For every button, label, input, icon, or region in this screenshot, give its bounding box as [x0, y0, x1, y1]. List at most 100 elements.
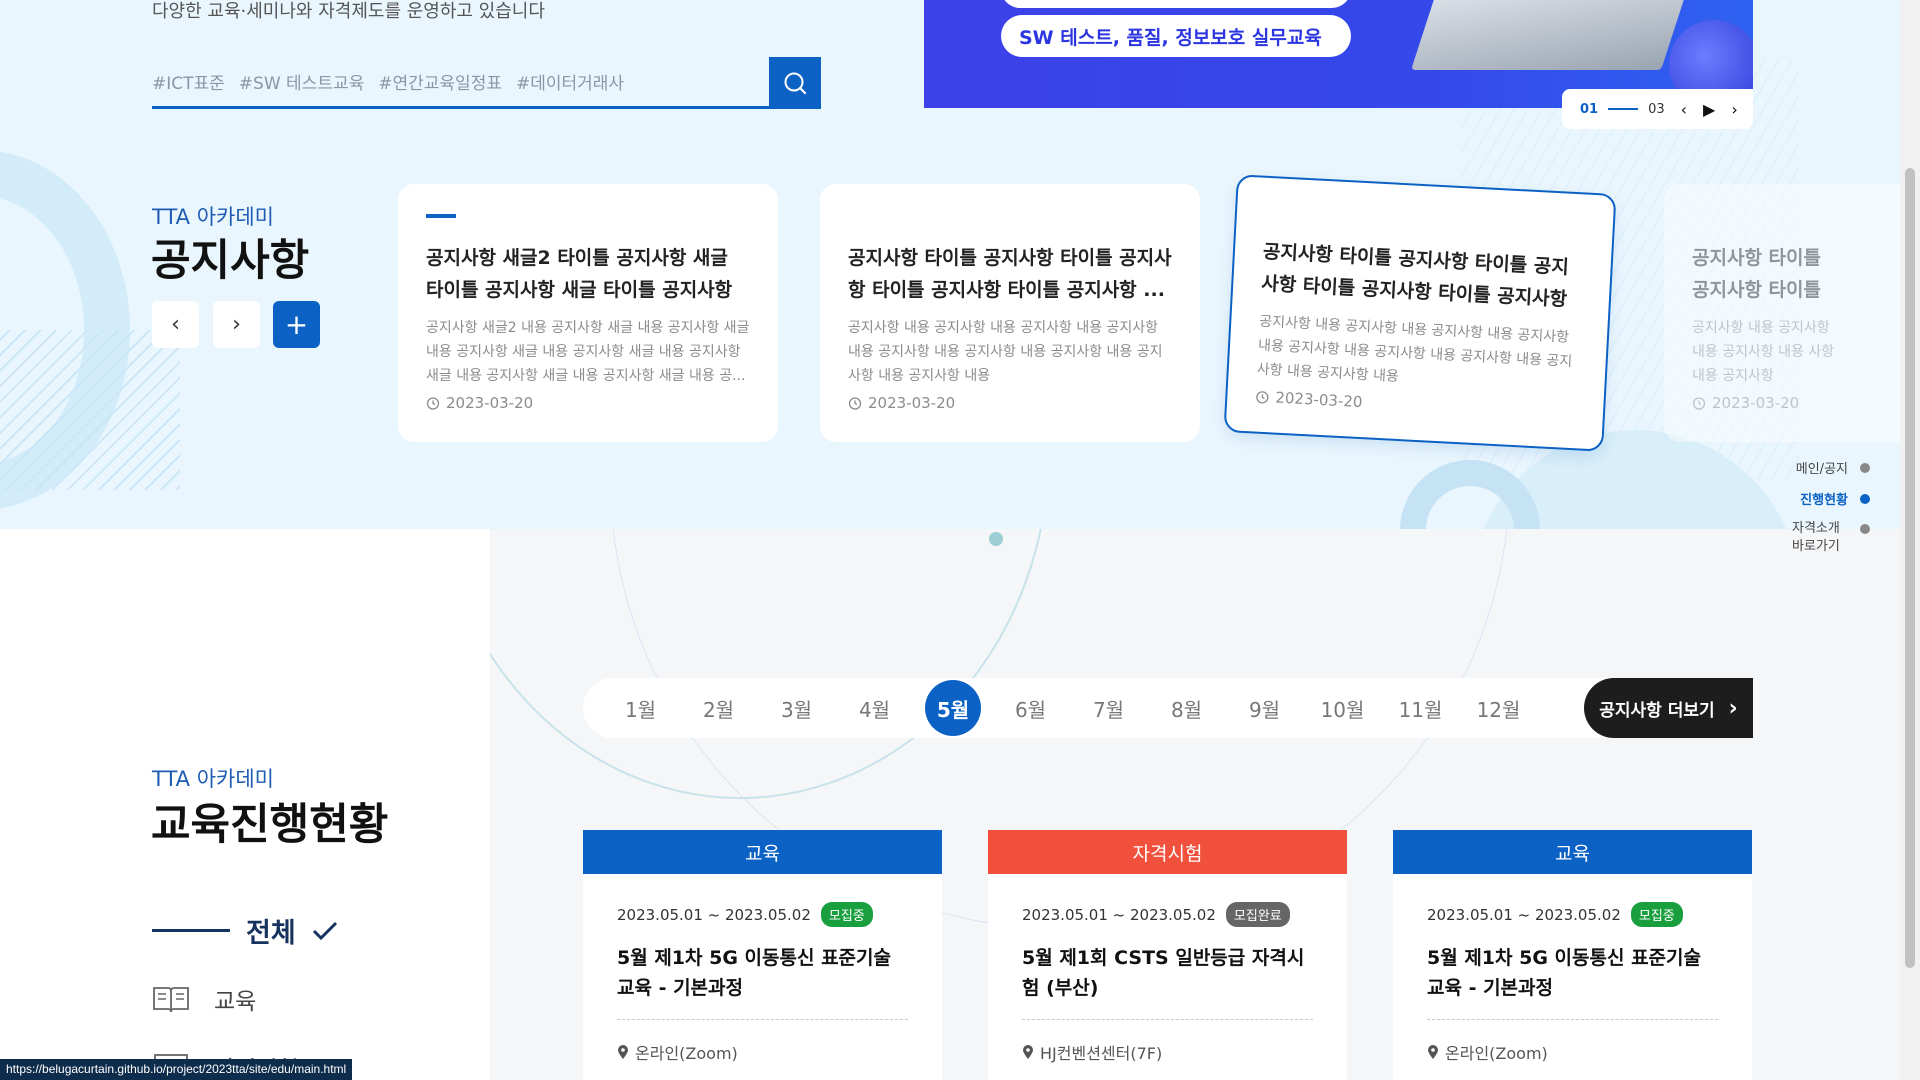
month-tab[interactable]: 4월: [847, 694, 902, 723]
side-nav-label: 자격소개 바로가기: [1792, 521, 1840, 554]
next-button[interactable]: ›: [213, 301, 260, 348]
active-indicator: [152, 929, 230, 932]
more-label: 공지사항 더보기: [1599, 700, 1715, 721]
location-pin-icon: [618, 1045, 628, 1059]
decorative-dot: [989, 532, 1003, 546]
chevron-left-icon: ‹: [171, 312, 180, 337]
scrollbar-thumb[interactable]: [1905, 168, 1915, 968]
filter-label: 전체: [246, 918, 296, 949]
course-title: 5월 제1차 5G 이동통신 표준기술 교육 - 기본과정: [617, 947, 891, 999]
chevron-right-icon[interactable]: ›: [1731, 100, 1737, 119]
decorative-lines: [0, 330, 180, 490]
banner-pill: SW 테스트, 품질, 정보보호 실무교육: [1001, 15, 1351, 57]
divider: [1427, 1019, 1718, 1020]
course-meta: 2023.05.01 ~ 2023.05.02 모집완료: [1022, 902, 1313, 927]
course-category: 교육: [583, 830, 942, 874]
course-meta: 2023.05.01 ~ 2023.05.02 모집중: [1427, 902, 1718, 927]
book-icon: [153, 987, 189, 1013]
dot-icon: [1860, 524, 1870, 534]
search-bar: #ICT표준 #SW 테스트교육 #연간교육일정표 #데이터거래사: [152, 57, 822, 109]
side-nav-item-cert[interactable]: 자격소개 바로가기: [1792, 520, 1870, 556]
search-input[interactable]: #ICT표준 #SW 테스트교육 #연간교육일정표 #데이터거래사: [152, 57, 770, 109]
location-pin-icon: [1428, 1045, 1438, 1059]
course-location: 온라인(Zoom): [617, 1040, 908, 1064]
notice-title: 공지사항 타이틀 공지사항 타이틀: [1692, 247, 1821, 301]
status-badge: 모집완료: [1225, 902, 1290, 927]
search-icon: [784, 72, 807, 95]
notice-card[interactable]: 공지사항 새글2 타이틀 공지사항 새글 타이틀 공지사항 새글 타이틀 공지사…: [398, 184, 778, 442]
chevron-left-icon[interactable]: ‹: [1681, 100, 1687, 119]
more-notices-button[interactable]: 공지사항 더보기 ›: [1584, 678, 1753, 738]
course-category: 교육: [1393, 830, 1752, 874]
notice-date: 2023-03-20: [426, 394, 750, 412]
course-card[interactable]: 교육 2023.05.01 ~ 2023.05.02 모집중 5월 제1차 5G…: [1393, 830, 1752, 1080]
side-nav-item-main[interactable]: 메인/공지: [1796, 458, 1870, 477]
course-title: 5월 제1회 CSTS 일반등급 자격시험 (부산): [1022, 947, 1305, 999]
more-notices-button[interactable]: +: [273, 301, 320, 348]
location-pin-icon: [1023, 1045, 1033, 1059]
date-text: 2023-03-20: [446, 394, 534, 412]
hashtag-link[interactable]: #SW 테스트교육: [239, 69, 364, 94]
side-nav-item-status[interactable]: 진행현황: [1800, 489, 1870, 508]
month-tab[interactable]: 11월: [1393, 694, 1448, 723]
check-icon: [312, 921, 337, 940]
filter-education[interactable]: 교육: [152, 982, 256, 1016]
clock-icon: [848, 397, 862, 410]
status-badge: 모집중: [1630, 902, 1683, 927]
month-tab[interactable]: 9월: [1237, 694, 1292, 723]
notice-body: 공지사항 내용 공지사항 내용 공지사항 내용 공지사항 내용 공지사항 내용 …: [1256, 313, 1573, 385]
month-tab[interactable]: 12월: [1471, 694, 1526, 723]
month-tab[interactable]: 7월: [1081, 694, 1136, 723]
section-title: 공지사항: [151, 236, 310, 286]
filter-label: 교육: [214, 989, 257, 1015]
notice-body: 공지사항 내용 공지사항 내용 공지사항 내용 공지사항 내용 공지사항 내용 …: [848, 320, 1163, 384]
course-location: 온라인(Zoom): [1427, 1040, 1718, 1064]
course-dates: 2023.05.01 ~ 2023.05.02: [1022, 905, 1216, 924]
notice-card-active[interactable]: 공지사항 타이틀 공지사항 타이틀 공지사항 타이틀 공지사항 타이틀 공지사항…: [1223, 174, 1617, 452]
top-section: 다양한 교육·세미나와 자격제도를 운영하고 있습니다 #ICT표준 #SW 테…: [0, 0, 1900, 529]
notice-title: 공지사항 새글2 타이틀 공지사항 새글 타이틀 공지사항 새글 타이틀 공지사…: [426, 247, 733, 301]
date-text: 2023-03-20: [1712, 394, 1800, 412]
course-card[interactable]: 교육 2023.05.01 ~ 2023.05.02 모집중 5월 제1차 5G…: [583, 830, 942, 1080]
section-title: 교육진행현황: [151, 800, 389, 850]
notice-body: 공지사항 새글2 내용 공지사항 새글 내용 공지사항 새글 내용 공지사항 새…: [426, 320, 750, 384]
month-tab[interactable]: 8월: [1159, 694, 1214, 723]
chevron-right-icon: ›: [1728, 695, 1738, 721]
plus-icon: +: [284, 308, 309, 341]
course-dates: 2023.05.01 ~ 2023.05.02: [617, 905, 811, 924]
location-text: 온라인(Zoom): [1445, 1044, 1548, 1063]
month-tab[interactable]: 6월: [1003, 694, 1058, 723]
side-nav-label: 진행현황: [1800, 493, 1848, 508]
slide-total: 03: [1648, 101, 1665, 117]
clock-icon: [1692, 397, 1706, 410]
month-tab[interactable]: 3월: [769, 694, 824, 723]
month-tab[interactable]: 1월: [613, 694, 668, 723]
banner-pill: [1001, 0, 1351, 8]
status-badge: 모집중: [820, 902, 873, 927]
prev-button[interactable]: ‹: [152, 301, 199, 348]
location-text: 온라인(Zoom): [635, 1044, 738, 1063]
hashtag-link[interactable]: #데이터거래사: [516, 69, 624, 94]
chevron-right-icon: ›: [232, 312, 241, 337]
date-text: 2023-03-20: [1274, 388, 1363, 412]
month-tab[interactable]: 5월: [925, 680, 981, 736]
dot-icon: [1860, 462, 1870, 473]
play-icon[interactable]: ▶: [1703, 100, 1715, 119]
course-card[interactable]: 자격시험 2023.05.01 ~ 2023.05.02 모집완료 5월 제1회…: [988, 830, 1347, 1080]
notice-card[interactable]: 공지사항 타이틀 공지사항 타이틀 공지사항 내용 공지사항 내용 공지사항 내…: [1664, 184, 1900, 442]
banner-slider-control: 01 03 ‹ ▶ ›: [1562, 89, 1753, 129]
filter-all[interactable]: 전체: [152, 911, 338, 950]
notice-card[interactable]: 공지사항 타이틀 공지사항 타이틀 공지사항 타이틀 공지사항 타이틀 공지사항…: [820, 184, 1200, 442]
location-text: HJ컨벤션센터(7F): [1040, 1044, 1163, 1063]
month-tab[interactable]: 10월: [1315, 694, 1370, 723]
intro-text: 다양한 교육·세미나와 자격제도를 운영하고 있습니다: [152, 1, 545, 22]
search-button[interactable]: [769, 57, 821, 109]
notice-body: 공지사항 내용 공지사항 내용 공지사항 내용 사항 내용 공지사항: [1692, 320, 1835, 384]
hashtag-link[interactable]: #ICT표준: [152, 69, 225, 94]
scrollbar[interactable]: [1900, 0, 1920, 1080]
month-tab[interactable]: 2월: [691, 694, 746, 723]
dot-icon: [1860, 493, 1870, 504]
hashtag-link[interactable]: #연간교육일정표: [378, 69, 502, 94]
notice-title: 공지사항 타이틀 공지사항 타이틀 공지사항 타이틀 공지사항 타이틀 공지사항…: [848, 247, 1172, 301]
status-url: https://belugacurtain.github.io/project/…: [0, 1059, 353, 1080]
